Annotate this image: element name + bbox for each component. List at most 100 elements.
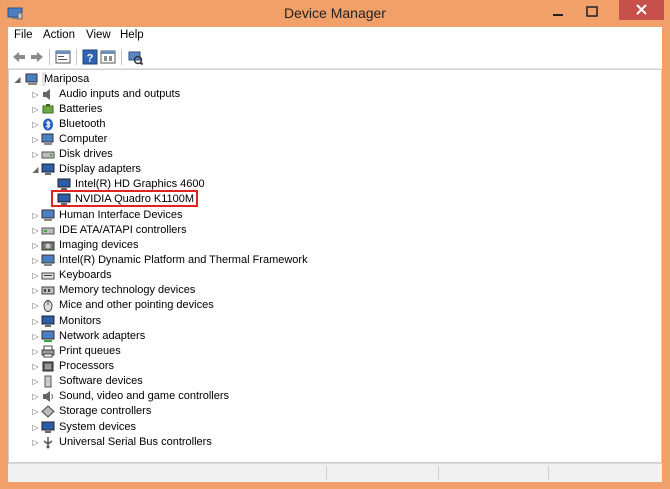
tree-category[interactable]: ▷ Storage controllers: [31, 404, 331, 419]
tree-category-expanded[interactable]: ◢ Display adapters: [31, 162, 331, 177]
usb-icon: [43, 437, 53, 449]
display-adapter-icon: [57, 193, 71, 205]
collapse-chevron-icon[interactable]: ◢: [13, 72, 22, 87]
memory-icon: [41, 286, 55, 295]
menu-file[interactable]: File: [14, 29, 33, 41]
network-icon: [41, 330, 55, 342]
tree-category[interactable]: ▷ IDE ATA/ATAPI controllers: [31, 223, 331, 238]
expand-chevron-icon[interactable]: ▷: [31, 389, 40, 404]
category-label: Software devices: [59, 375, 143, 387]
scan-hardware-icon[interactable]: [127, 49, 143, 65]
expand-chevron-icon[interactable]: ▷: [31, 283, 40, 298]
tree-category[interactable]: ▷ Computer: [31, 132, 331, 147]
software-icon: [44, 375, 52, 388]
expand-chevron-icon[interactable]: ▷: [31, 223, 40, 238]
tree-category[interactable]: ▷ Universal Serial Bus controllers: [31, 435, 331, 450]
mouse-icon: [43, 300, 53, 312]
expand-chevron-icon[interactable]: ▷: [31, 147, 40, 162]
category-label: Memory technology devices: [59, 284, 196, 296]
tree-root[interactable]: ◢ Mariposa: [13, 72, 133, 87]
computer-icon: [41, 133, 54, 145]
camera-icon: [41, 241, 55, 251]
menu-action[interactable]: Action: [43, 29, 75, 41]
category-label: Keyboards: [59, 269, 112, 281]
expand-chevron-icon[interactable]: ▷: [31, 298, 40, 313]
speaker-icon: [43, 89, 50, 100]
tree-category[interactable]: ▷ Mice and other pointing devices: [31, 298, 331, 313]
tree-category[interactable]: ▷ Network adapters: [31, 329, 331, 344]
tree-category[interactable]: ▷ Batteries: [31, 102, 331, 117]
expand-chevron-icon[interactable]: ▷: [31, 329, 40, 344]
expand-chevron-icon[interactable]: ▷: [31, 268, 40, 283]
expand-chevron-icon[interactable]: ▷: [31, 208, 40, 223]
chip-icon: [41, 254, 55, 266]
tree-device-highlighted[interactable]: NVIDIA Quadro K1100M: [47, 190, 247, 207]
status-bar: [8, 463, 662, 482]
forward-arrow-icon[interactable]: [29, 49, 45, 65]
category-label: Display adapters: [59, 163, 141, 175]
category-label: System devices: [59, 421, 137, 433]
minimize-icon: [553, 14, 563, 16]
expand-chevron-icon[interactable]: ▷: [31, 404, 40, 419]
tree-category[interactable]: ▷ System devices: [31, 420, 331, 435]
expand-chevron-icon[interactable]: ▷: [31, 314, 40, 329]
tree-category[interactable]: ▷ Processors: [31, 359, 331, 374]
tree-category[interactable]: ▷ Software devices: [31, 374, 331, 389]
expand-chevron-icon[interactable]: ▷: [31, 117, 40, 132]
tree-category[interactable]: ▷ Human Interface Devices: [31, 208, 331, 223]
disk-icon: [41, 151, 55, 159]
svg-text:?: ?: [87, 53, 94, 65]
back-arrow-icon[interactable]: [11, 49, 27, 65]
processor-icon: [42, 361, 54, 372]
expand-chevron-icon[interactable]: ▷: [31, 238, 40, 253]
expand-chevron-icon[interactable]: ▷: [31, 344, 40, 359]
expand-chevron-icon[interactable]: ▷: [31, 435, 40, 450]
tree-category[interactable]: ▷ Monitors: [31, 314, 331, 329]
properties-icon[interactable]: [55, 49, 71, 65]
menu-view[interactable]: View: [86, 29, 111, 41]
tree-category[interactable]: ▷ Print queues: [31, 344, 331, 359]
maximize-button[interactable]: [578, 2, 606, 22]
status-divider: [326, 466, 327, 480]
expand-chevron-icon[interactable]: ▷: [31, 102, 40, 117]
category-label: IDE ATA/ATAPI controllers: [59, 224, 187, 236]
device-tree[interactable]: ◢ Mariposa ▷ Audio inputs and outputs ▷ …: [8, 69, 662, 463]
system-icon: [41, 421, 55, 433]
tree-category[interactable]: ▷ Bluetooth: [31, 117, 331, 132]
close-button[interactable]: [619, 0, 664, 20]
expand-chevron-icon[interactable]: ▷: [31, 374, 40, 389]
category-label: Disk drives: [59, 148, 113, 160]
tree-category[interactable]: ▷ Disk drives: [31, 147, 331, 162]
toolbar-separator: [121, 49, 122, 65]
minimize-button[interactable]: [544, 2, 572, 22]
show-hidden-icon[interactable]: [100, 49, 116, 65]
tree-category[interactable]: ▷ Imaging devices: [31, 238, 331, 253]
category-label: Monitors: [59, 315, 102, 327]
tree-category[interactable]: ▷ Sound, video and game controllers: [31, 389, 331, 404]
expand-chevron-icon[interactable]: ▷: [31, 359, 40, 374]
category-label: Mice and other pointing devices: [59, 299, 214, 311]
expand-chevron-icon[interactable]: ▷: [31, 132, 40, 147]
category-label: Computer: [59, 133, 108, 145]
expand-chevron-icon[interactable]: ▷: [31, 420, 40, 435]
title-bar[interactable]: Device Manager: [0, 0, 670, 27]
category-label: Processors: [59, 360, 115, 372]
menu-help[interactable]: Help: [120, 29, 144, 41]
category-label: Print queues: [59, 345, 121, 357]
ide-icon: [41, 227, 55, 235]
close-icon: [636, 4, 647, 15]
help-icon[interactable]: ?: [82, 49, 98, 65]
category-label: Sound, video and game controllers: [59, 390, 229, 402]
device-manager-window: Device Manager File Action View Help ? ◢…: [0, 0, 670, 489]
category-label: Storage controllers: [59, 405, 152, 417]
category-label: Bluetooth: [59, 118, 106, 130]
tree-category[interactable]: ▷ Audio inputs and outputs: [31, 87, 331, 102]
tree-category[interactable]: ▷ Keyboards: [31, 268, 331, 283]
collapse-chevron-icon[interactable]: ◢: [31, 162, 40, 177]
tree-category[interactable]: ▷ Memory technology devices: [31, 283, 331, 298]
device-label: NVIDIA Quadro K1100M: [75, 193, 195, 205]
category-label: Human Interface Devices: [59, 209, 183, 221]
tree-category[interactable]: ▷ Intel(R) Dynamic Platform and Thermal …: [31, 253, 351, 268]
expand-chevron-icon[interactable]: ▷: [31, 87, 40, 102]
expand-chevron-icon[interactable]: ▷: [31, 253, 40, 268]
